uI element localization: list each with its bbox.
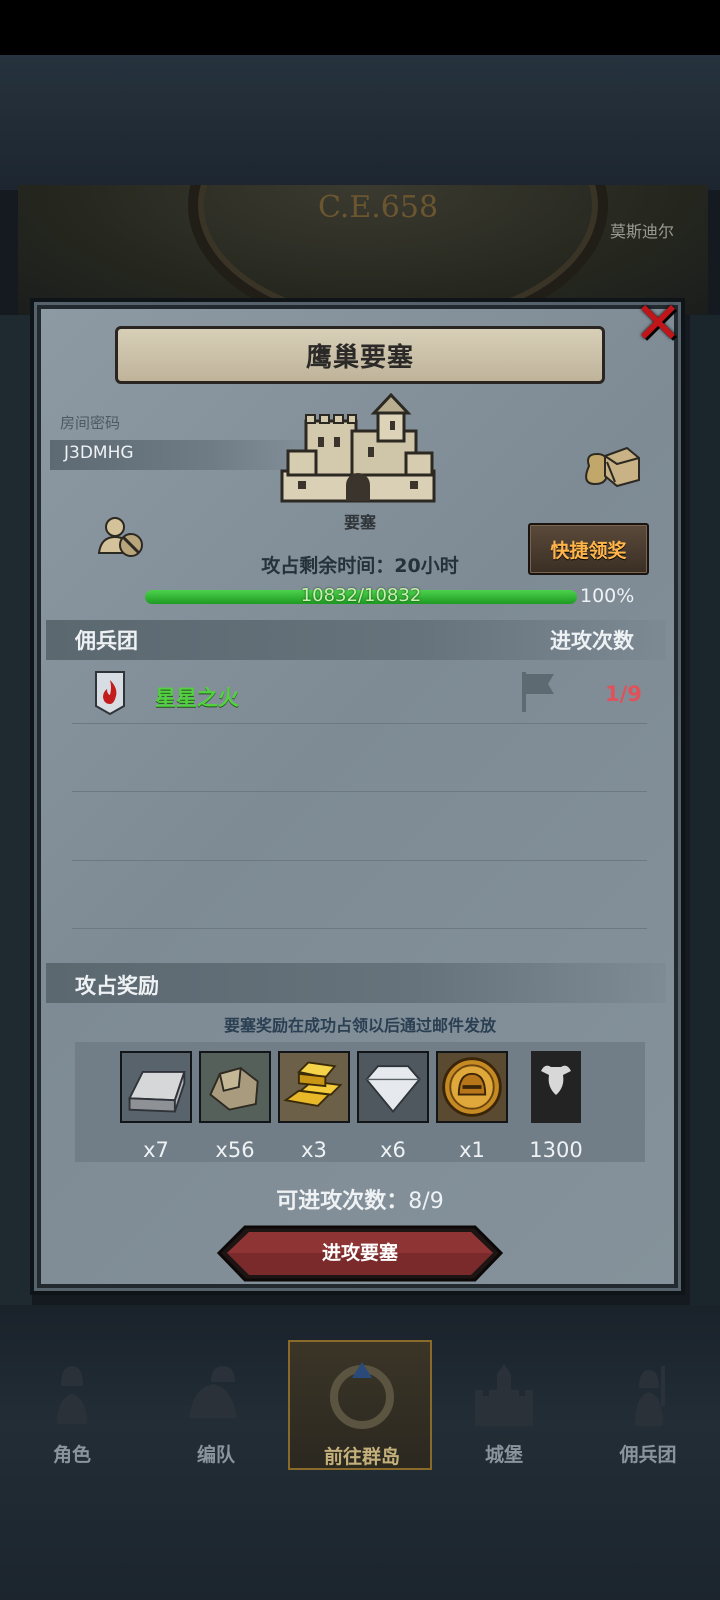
bull-banner-icon[interactable] bbox=[531, 1051, 581, 1123]
silver-ingot-icon[interactable] bbox=[120, 1051, 192, 1123]
helmet-coin-icon[interactable] bbox=[436, 1051, 508, 1123]
compass-icon bbox=[330, 1362, 394, 1429]
reward-note: 要塞奖励在成功占领以后通过邮件发放 bbox=[223, 1016, 496, 1035]
room-code-value: J3DMHG bbox=[64, 443, 134, 463]
nav-character[interactable]: 角色 bbox=[0, 1340, 144, 1470]
list-item-empty bbox=[72, 723, 647, 792]
right-edge-background bbox=[690, 315, 720, 1305]
dialog-title: 鹰巢要塞 bbox=[305, 342, 414, 373]
reward-qty: x3 bbox=[301, 1138, 327, 1162]
castle-icon bbox=[475, 1364, 533, 1426]
reward-qty: x56 bbox=[215, 1138, 255, 1162]
left-edge-background bbox=[0, 315, 32, 1305]
reward-qty: x1 bbox=[459, 1138, 485, 1162]
location-name: 莫斯迪尔 bbox=[610, 222, 675, 241]
nav-label: 佣兵团 bbox=[619, 1444, 677, 1466]
era-label: C.E.658 bbox=[317, 190, 439, 225]
guild-attack-count: 1/9 bbox=[605, 682, 642, 706]
close-icon: ✕ bbox=[633, 289, 683, 357]
reward-qty: x6 bbox=[380, 1138, 406, 1162]
guild-name: 星星之火 bbox=[155, 686, 239, 710]
remaining-attempts-label: 可进攻次数： bbox=[276, 1189, 409, 1214]
nav-label: 前往群岛 bbox=[323, 1446, 400, 1468]
fortress-hp-text: 10832/10832 bbox=[300, 585, 422, 606]
nav-islands[interactable]: 前往群岛 bbox=[288, 1340, 432, 1470]
diamond-icon[interactable] bbox=[357, 1051, 429, 1123]
title-plate: 鹰巢要塞 bbox=[115, 326, 605, 384]
top-background bbox=[0, 55, 720, 190]
quick-claim-label: 快捷领奖 bbox=[550, 539, 627, 562]
knight-icon bbox=[57, 1366, 87, 1424]
remaining-attempts: 可进攻次数：8/9 bbox=[200, 1183, 520, 1215]
fortress-hp-percent: 100% bbox=[580, 585, 635, 607]
mercenary-header: 佣兵团 bbox=[75, 629, 138, 653]
fortress-icon bbox=[280, 393, 436, 503]
fortress-hp-bar: 10832/10832 bbox=[145, 585, 577, 608]
quick-claim-button[interactable]: 快捷领奖 bbox=[528, 523, 649, 575]
no-player-icon bbox=[97, 517, 143, 557]
nav-mercenary[interactable]: 佣兵团 bbox=[576, 1340, 720, 1470]
capture-time-remaining: 攻占剩余时间：20小时 bbox=[261, 555, 459, 577]
room-code-label: 房间密码 bbox=[60, 414, 121, 432]
reward-header: 攻占奖励 bbox=[75, 974, 159, 998]
list-item-empty bbox=[72, 792, 647, 861]
close-button[interactable]: ✕ bbox=[628, 294, 688, 354]
list-item-empty bbox=[72, 860, 647, 929]
guild-flame-icon bbox=[95, 671, 125, 716]
reward-qty: x7 bbox=[143, 1138, 169, 1162]
nav-label: 编队 bbox=[196, 1444, 235, 1466]
gold-bars-icon[interactable] bbox=[278, 1051, 350, 1123]
flag-icon bbox=[522, 672, 554, 712]
warrior-icon bbox=[635, 1366, 665, 1426]
helmet-group-icon bbox=[189, 1366, 237, 1418]
fortress-label: 要塞 bbox=[343, 513, 376, 532]
remaining-attempts-value: 8/9 bbox=[408, 1189, 444, 1214]
reward-qty: 1300 bbox=[529, 1138, 583, 1162]
nav-castle[interactable]: 城堡 bbox=[432, 1340, 576, 1470]
nav-label: 角色 bbox=[52, 1444, 91, 1466]
map-background: C.E.658 bbox=[18, 185, 708, 315]
attack-fortress-button[interactable]: 进攻要塞 bbox=[215, 1225, 505, 1282]
nav-label: 城堡 bbox=[484, 1444, 523, 1466]
nav-formation[interactable]: 编队 bbox=[144, 1340, 288, 1470]
stone-ore-icon[interactable] bbox=[199, 1051, 271, 1123]
attack-count-header: 进攻次数 bbox=[550, 629, 634, 653]
status-bar bbox=[0, 0, 720, 55]
attack-fortress-label: 进攻要塞 bbox=[321, 1242, 398, 1264]
supplies-icon[interactable] bbox=[583, 440, 641, 488]
